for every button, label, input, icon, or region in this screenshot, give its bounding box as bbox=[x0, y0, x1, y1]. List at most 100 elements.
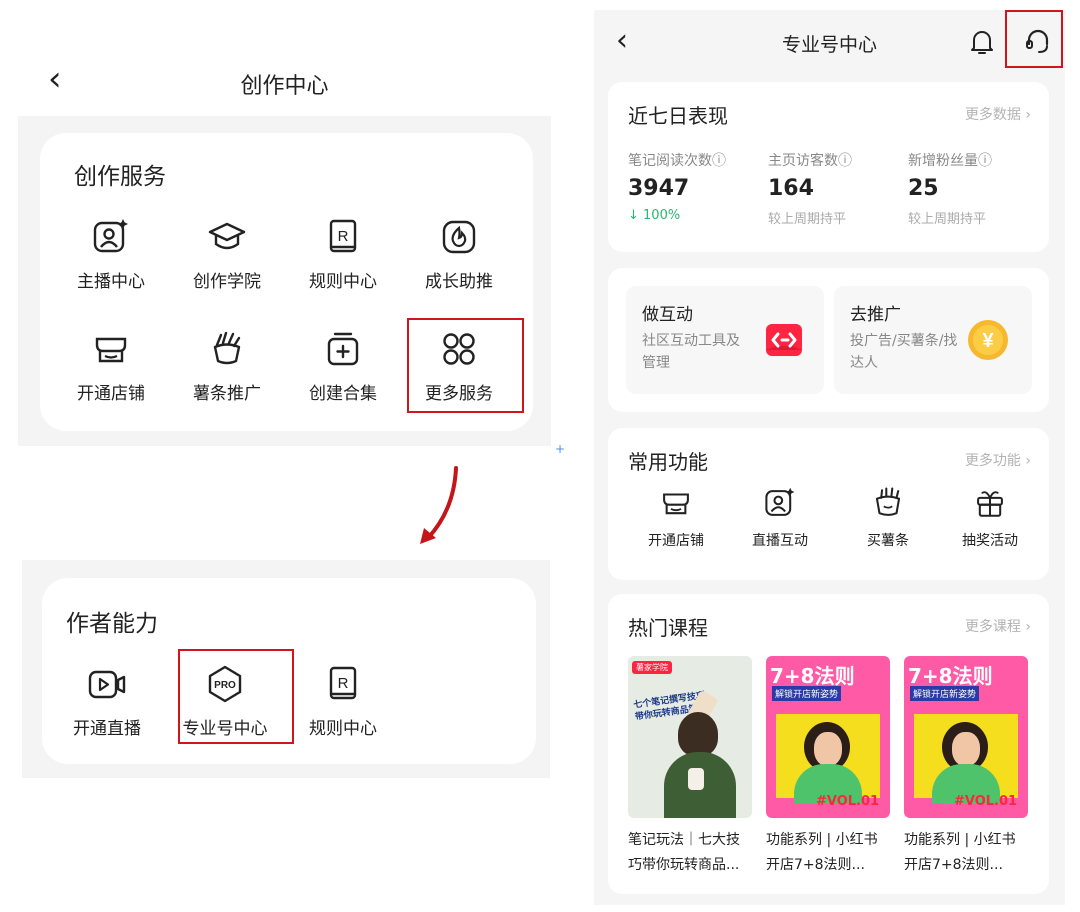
service-label: 创建合集 bbox=[309, 384, 377, 404]
promo-card: 做互动 社区互动工具及管理 去推广 投广告/买薯条/找达人 ¥ bbox=[608, 268, 1049, 412]
stat-value: 164 bbox=[768, 176, 814, 201]
stat-change: ↓ 100% bbox=[628, 208, 681, 223]
creator-center-header: ‹ 创作中心 bbox=[18, 40, 551, 116]
add-collection-icon bbox=[327, 332, 359, 366]
function-live-interaction[interactable]: 直播互动 bbox=[730, 486, 830, 550]
course-title-line: 开店7+8法则... bbox=[904, 857, 1003, 873]
function-lottery[interactable]: 抽奖活动 bbox=[940, 486, 1040, 550]
functions-card: 常用功能 更多功能 › 开通店铺 直播互动 买薯条 抽奖活动 bbox=[608, 428, 1049, 580]
svg-text:R: R bbox=[338, 675, 349, 692]
service-growth-boost[interactable]: 成长助推 bbox=[400, 217, 518, 292]
highlight-more-services bbox=[407, 318, 524, 413]
svg-text:¥: ¥ bbox=[982, 330, 994, 352]
stat-label: 新增粉丝量ⓘ bbox=[908, 153, 992, 169]
course-item[interactable]: 7+8法则 解锁开店新姿势 #VOL.01 功能系列 | 小红书 开店7+8法则… bbox=[904, 656, 1028, 878]
person-head-image bbox=[678, 712, 718, 756]
more-courses-link[interactable]: 更多课程 › bbox=[965, 616, 1031, 636]
thumb-subtitle: 解锁开店新姿势 bbox=[910, 686, 980, 701]
thumb-tag: #VOL.01 bbox=[816, 794, 880, 809]
stat-compare: 较上周期持平 bbox=[908, 212, 987, 227]
course-title-line: 功能系列 | 小红书 bbox=[904, 832, 1016, 848]
function-label: 开通店铺 bbox=[648, 533, 704, 549]
anchor-icon bbox=[765, 487, 795, 516]
course-title: 笔记玩法｜七大技 巧带你玩转商品... bbox=[628, 828, 752, 878]
more-data-link[interactable]: 更多数据 › bbox=[965, 104, 1031, 124]
gift-icon bbox=[977, 491, 1003, 517]
video-camera-icon bbox=[88, 670, 126, 699]
service-rules-center[interactable]: R 规则中心 bbox=[284, 217, 402, 292]
ability-label: 开通直播 bbox=[73, 719, 141, 739]
function-open-store[interactable]: 开通店铺 bbox=[626, 486, 726, 550]
service-creator-academy[interactable]: 创作学院 bbox=[168, 217, 286, 292]
function-label: 买薯条 bbox=[867, 533, 909, 549]
rulebook-icon: R bbox=[329, 666, 357, 700]
rulebook-icon: R bbox=[329, 219, 357, 253]
promo-title: 去推广 bbox=[850, 305, 901, 325]
anchor-icon bbox=[93, 219, 128, 253]
fries-icon bbox=[875, 487, 901, 516]
more-functions-label: 更多功能 bbox=[964, 453, 1021, 469]
service-label: 薯条推广 bbox=[193, 384, 261, 404]
ability-start-live[interactable]: 开通直播 bbox=[48, 664, 166, 739]
courses-title: 热门课程 bbox=[628, 616, 708, 640]
fries-icon bbox=[213, 331, 241, 365]
stat-compare: 较上周期持平 bbox=[768, 212, 847, 227]
service-label: 成长助推 bbox=[425, 272, 493, 292]
stat-label-text: 新增粉丝量 bbox=[908, 153, 978, 169]
product-jar-image bbox=[688, 768, 704, 790]
interact-promo[interactable]: 做互动 社区互动工具及管理 bbox=[626, 286, 824, 394]
course-thumbnail: 7+8法则 解锁开店新姿势 #VOL.01 bbox=[904, 656, 1028, 818]
highlight-pro-center bbox=[178, 649, 294, 744]
stat-value: 3947 bbox=[628, 176, 690, 201]
stat-label: 主页访客数ⓘ bbox=[768, 153, 852, 169]
performance-card: 近七日表现 更多数据 › 笔记阅读次数ⓘ 3947 ↓ 100% 主页访客数ⓘ … bbox=[608, 82, 1049, 252]
course-title-line: 巧带你玩转商品... bbox=[628, 857, 740, 873]
course-title-line: 开店7+8法则... bbox=[766, 857, 865, 873]
flame-icon bbox=[442, 220, 476, 254]
functions-title: 常用功能 bbox=[628, 450, 708, 474]
service-label: 主播中心 bbox=[77, 272, 145, 292]
function-label: 直播互动 bbox=[752, 533, 808, 549]
service-open-store[interactable]: 开通店铺 bbox=[52, 329, 170, 404]
service-label: 规则中心 bbox=[309, 272, 377, 292]
highlight-customer-service bbox=[1005, 10, 1063, 68]
course-title: 功能系列 | 小红书 开店7+8法则... bbox=[766, 828, 890, 878]
stat-value: 25 bbox=[908, 176, 939, 201]
thumb-subtitle: 解锁开店新姿势 bbox=[772, 686, 842, 701]
service-fries-promotion[interactable]: 薯条推广 bbox=[168, 329, 286, 404]
course-item[interactable]: 7+8法则 解锁开店新姿势 #VOL.01 功能系列 | 小红书 开店7+8法则… bbox=[766, 656, 890, 878]
courses-card: 热门课程 更多课程 › 薯家学院 七个笔记撰写技巧 带你玩转商品笔记 笔记玩法｜… bbox=[608, 594, 1049, 894]
promote-promo[interactable]: 去推广 投广告/买薯条/找达人 ¥ bbox=[834, 286, 1032, 394]
interaction-icon bbox=[766, 324, 802, 356]
svg-text:R: R bbox=[338, 228, 349, 245]
abilities-title: 作者能力 bbox=[66, 611, 158, 637]
red-arrow-icon bbox=[420, 466, 458, 544]
stat-label-text: 笔记阅读次数 bbox=[628, 153, 712, 169]
person-face-image bbox=[814, 732, 842, 766]
service-anchor-center[interactable]: 主播中心 bbox=[52, 217, 170, 292]
bell-icon[interactable] bbox=[969, 28, 995, 56]
graduation-cap-icon bbox=[208, 222, 246, 250]
more-functions-link[interactable]: 更多功能 › bbox=[965, 450, 1031, 470]
promo-desc: 投广告/买薯条/找达人 bbox=[850, 333, 958, 371]
more-courses-label: 更多课程 bbox=[964, 619, 1021, 635]
ability-rules-center[interactable]: R 规则中心 bbox=[284, 664, 402, 739]
promo-title: 做互动 bbox=[642, 305, 693, 325]
services-title: 创作服务 bbox=[74, 164, 166, 190]
service-label: 创作学院 bbox=[193, 272, 261, 292]
course-title: 功能系列 | 小红书 开店7+8法则... bbox=[904, 828, 1028, 878]
service-label: 开通店铺 bbox=[77, 384, 145, 404]
crosshair-icon: + bbox=[555, 442, 566, 456]
promo-desc: 社区互动工具及管理 bbox=[642, 333, 740, 371]
stat-label-text: 主页访客数 bbox=[768, 153, 838, 169]
thumb-text: 7+8法则 bbox=[770, 664, 855, 688]
function-label: 抽奖活动 bbox=[962, 533, 1018, 549]
page-title: 创作中心 bbox=[240, 74, 329, 99]
function-buy-fries[interactable]: 买薯条 bbox=[838, 486, 938, 550]
stat-label: 笔记阅读次数ⓘ bbox=[628, 153, 726, 169]
service-create-collection[interactable]: 创建合集 bbox=[284, 329, 402, 404]
person-face-image bbox=[952, 732, 980, 766]
course-item[interactable]: 薯家学院 七个笔记撰写技巧 带你玩转商品笔记 笔记玩法｜七大技 巧带你玩转商品.… bbox=[628, 656, 752, 878]
thumb-tag: 薯家学院 bbox=[632, 661, 672, 674]
performance-title: 近七日表现 bbox=[628, 104, 728, 128]
